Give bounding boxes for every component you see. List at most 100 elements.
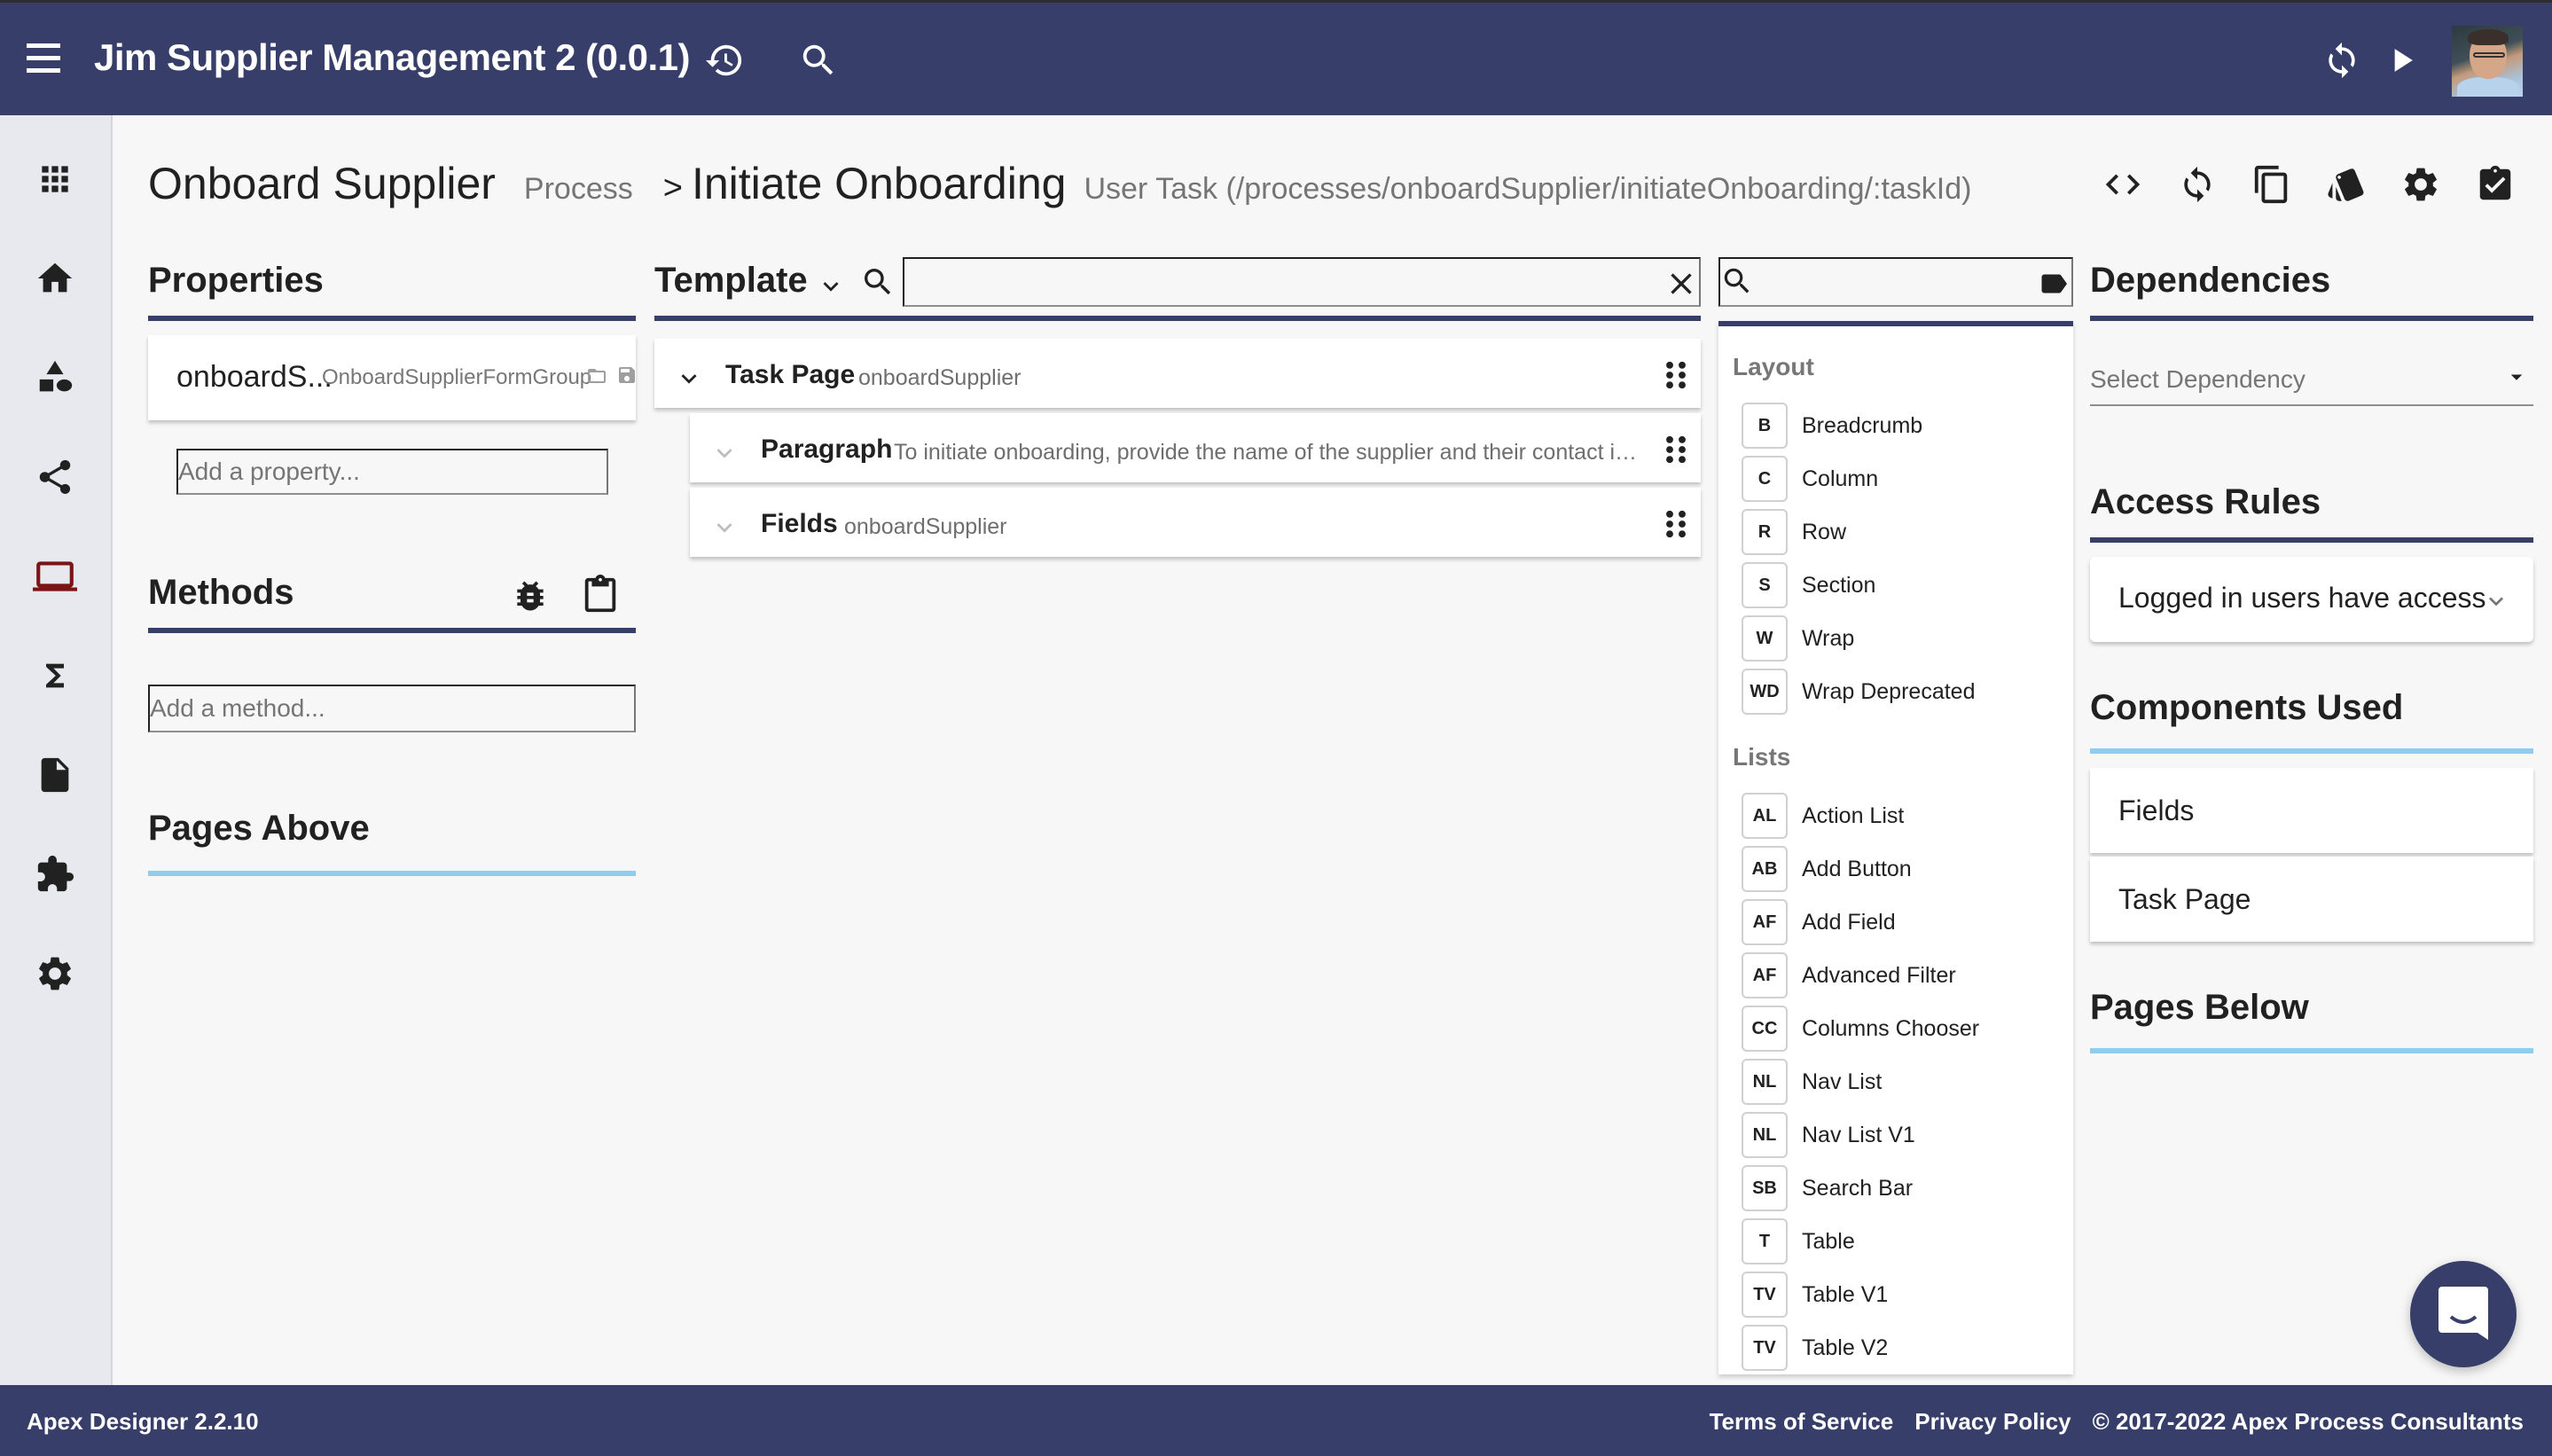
copy-button[interactable]: [2251, 163, 2293, 206]
add-method-input[interactable]: [148, 685, 636, 732]
property-item[interactable]: onboardS... OnboardSupplierFormGroup: [148, 335, 636, 420]
user-avatar[interactable]: [2452, 26, 2523, 97]
palette-tag-filter-button[interactable]: [2038, 268, 2070, 300]
palette-item-table-v2[interactable]: TV Table V2: [1742, 1323, 1888, 1373]
component-label: Table V1: [1802, 1281, 1889, 1307]
app-version: Apex Designer 2.2.10: [27, 1408, 259, 1435]
drag-handle-icon[interactable]: [1663, 509, 1688, 539]
palette-item-column[interactable]: C Column: [1742, 454, 1878, 504]
palette-item-add-button[interactable]: AB Add Button: [1742, 844, 1912, 894]
template-row-task-page[interactable]: Task Page onboardSupplier: [654, 339, 1701, 408]
sync-button[interactable]: [2320, 38, 2364, 82]
sidebar-item-business-objects[interactable]: [30, 353, 80, 403]
run-button[interactable]: [2379, 38, 2423, 82]
dependency-select[interactable]: Select Dependency: [2090, 355, 2533, 406]
palette-item-table-v1[interactable]: TV Table V1: [1742, 1270, 1888, 1319]
chevron-down-icon[interactable]: [674, 364, 704, 394]
sidebar-item-processes[interactable]: [30, 452, 80, 502]
component-label: Table: [1802, 1228, 1855, 1254]
access-rule-panel[interactable]: Logged in users have access: [2090, 557, 2533, 642]
component-detail: To initiate onboarding, provide the name…: [894, 440, 1639, 465]
file-icon: [41, 757, 69, 793]
palette-item-wrap-deprecated[interactable]: WD Wrap Deprecated: [1742, 667, 1975, 716]
chat-button[interactable]: [2410, 1261, 2517, 1367]
palette-search-input[interactable]: [1718, 257, 2073, 307]
component-kind: Paragraph: [761, 434, 893, 464]
properties-divider: [148, 316, 636, 321]
chevron-down-icon[interactable]: [709, 513, 740, 543]
component-palette: Layout B Breadcrumb C Column R Row S Section…: [1718, 321, 2073, 1374]
pages-above-heading: Pages Above: [148, 809, 370, 848]
complete-task-button[interactable]: [2474, 163, 2517, 206]
debug-button[interactable]: [511, 576, 550, 615]
sidebar-item-business-logic[interactable]: [30, 651, 80, 701]
terms-of-service-link[interactable]: Terms of Service: [1710, 1408, 1894, 1436]
drag-handle-icon[interactable]: [1663, 360, 1688, 390]
add-property-input[interactable]: [176, 449, 608, 495]
sidebar-item-home[interactable]: [30, 254, 80, 303]
sidebar-item-settings[interactable]: [30, 949, 80, 998]
palette-item-columns-chooser[interactable]: CC Columns Chooser: [1742, 1004, 1979, 1053]
template-row-fields[interactable]: Fields onboardSupplier: [690, 488, 1701, 557]
chevron-down-icon[interactable]: [709, 438, 740, 468]
palette-item-advanced-filter[interactable]: AF Advanced Filter: [1742, 951, 1956, 1000]
parent-process-link[interactable]: Onboard Supplier: [148, 158, 496, 209]
folder-icon[interactable]: [586, 365, 607, 387]
page-title[interactable]: Initiate Onboarding: [692, 158, 1067, 209]
refresh-button[interactable]: [2176, 163, 2219, 206]
template-search-input[interactable]: [903, 257, 1701, 307]
template-mode-dropdown[interactable]: [816, 271, 846, 306]
history-button[interactable]: [702, 38, 747, 82]
component-abbr-badge: TV: [1742, 1325, 1788, 1371]
sidebar-item-dependencies[interactable]: [30, 849, 80, 899]
component-abbr-badge: T: [1742, 1218, 1788, 1264]
palette-item-table[interactable]: T Table: [1742, 1217, 1855, 1266]
palette-item-action-list[interactable]: AL Action List: [1742, 791, 1904, 841]
sync-icon: [2184, 166, 2211, 203]
template-heading[interactable]: Template: [654, 261, 808, 301]
save-icon[interactable]: [616, 364, 638, 386]
privacy-policy-link[interactable]: Privacy Policy: [1914, 1408, 2071, 1436]
template-row-paragraph[interactable]: Paragraph To initiate onboarding, provid…: [690, 413, 1701, 482]
assignment-turned-in-icon: [2479, 165, 2511, 200]
component-abbr-badge: WD: [1742, 669, 1788, 715]
palette-item-search-bar[interactable]: SB Search Bar: [1742, 1163, 1913, 1213]
palette-item-section[interactable]: S Section: [1742, 560, 1875, 610]
settings-button[interactable]: [2399, 163, 2442, 206]
palette-item-nav-list[interactable]: NL Nav List: [1742, 1057, 1882, 1107]
palette-item-breadcrumb[interactable]: B Breadcrumb: [1742, 401, 1922, 450]
app-title[interactable]: Jim Supplier Management 2 (0.0.1): [94, 36, 691, 79]
dependency-select-placeholder: Select Dependency: [2090, 365, 2305, 393]
clear-search-button[interactable]: [1663, 266, 1699, 301]
pages-below-heading: Pages Below: [2090, 988, 2309, 1027]
palette-item-add-field[interactable]: AF Add Field: [1742, 897, 1896, 947]
paste-method-button[interactable]: [580, 575, 621, 615]
component-used-item[interactable]: Task Page: [2090, 857, 2533, 942]
menu-icon-line: [27, 56, 60, 60]
drag-handle-icon[interactable]: [1663, 434, 1688, 465]
page-actions: [2102, 163, 2517, 206]
component-kind: Task Page: [725, 360, 856, 389]
palette-item-row[interactable]: R Row: [1742, 507, 1846, 557]
palette-item-nav-list-v1[interactable]: NL Nav List V1: [1742, 1110, 1915, 1160]
access-rules-heading: Access Rules: [2090, 482, 2321, 521]
menu-button[interactable]: [27, 43, 69, 75]
component-label: Table V2: [1802, 1335, 1889, 1360]
code-button[interactable]: [2102, 163, 2144, 206]
component-used-item[interactable]: Fields: [2090, 768, 2533, 853]
component-label: Nav List: [1802, 1069, 1883, 1094]
sidebar-item-apps[interactable]: [30, 154, 80, 204]
palette-item-wrap[interactable]: W Wrap: [1742, 614, 1854, 663]
search-button[interactable]: [796, 38, 841, 82]
app-footer: Apex Designer 2.2.10 Terms of Service Pr…: [0, 1385, 2552, 1456]
property-name: onboardS...: [176, 360, 333, 394]
puzzle-icon: [37, 855, 74, 892]
style-button[interactable]: [2325, 163, 2368, 206]
sidebar-item-files[interactable]: [30, 750, 80, 800]
access-rules-divider: [2090, 537, 2533, 543]
component-kind: Fields: [761, 509, 838, 538]
pages-above-divider: [148, 871, 636, 876]
sidebar-item-user-interfaces[interactable]: [30, 552, 80, 601]
dependencies-heading: Dependencies: [2090, 261, 2331, 300]
settings-icon: [2405, 168, 2437, 201]
